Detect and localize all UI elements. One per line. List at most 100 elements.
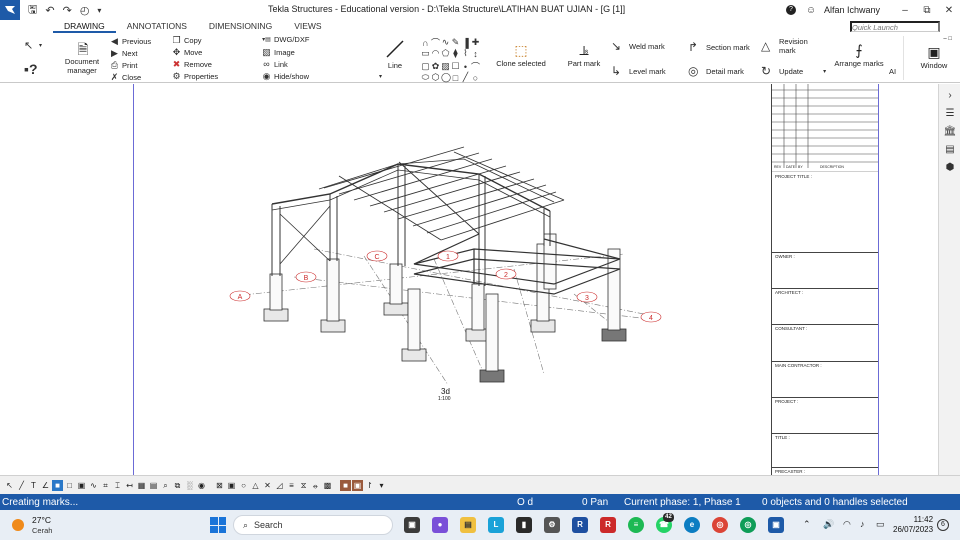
weather-sun-icon[interactable] [12,519,24,531]
remove-button[interactable]: ✖ Remove [172,59,212,70]
window-button[interactable]: – □ ▣ Window [916,35,952,70]
dim-icon[interactable]: ↕ [471,49,480,59]
snap-line-icon[interactable]: ≡ [286,480,297,491]
curve-icon[interactable]: ∿ [441,37,450,48]
redo-icon[interactable]: ↷ [63,4,72,17]
pattern-icon[interactable]: ░ [184,480,195,491]
ellipse-icon[interactable]: ⬭ [421,72,430,83]
quick-launch-input[interactable] [850,21,940,32]
link-button[interactable]: ∞ Link [262,59,287,69]
current-phase[interactable]: Current phase: 1, Phase 1 [624,497,741,508]
polyline-icon[interactable]: ∩ [421,38,430,48]
snap-part-icon[interactable]: ■ [340,479,351,491]
snap-cross-icon[interactable]: ✕ [262,480,273,491]
restore-button[interactable]: ⧉ [916,5,938,16]
next-button[interactable]: ▶ Next [110,48,137,59]
snap-ref-icon[interactable]: ▩ [322,480,333,491]
undo-icon[interactable]: ↶ [45,4,54,17]
circle2-icon[interactable]: ○ [471,73,480,83]
level-mark-button[interactable]: ↳ Level mark [611,64,666,78]
app-l-icon[interactable]: L [488,517,504,533]
close-button[interactable]: ✕ [938,5,960,16]
bracket-icon[interactable]: ⌶ [112,480,123,491]
select-icon[interactable]: ↖ [4,480,15,491]
pen-icon[interactable]: ✎ [451,37,460,48]
update-button[interactable]: ↻ Update ▾ [761,64,829,78]
tab-drawing[interactable]: DRAWING [53,20,116,33]
weather-condition[interactable]: Cerah [32,526,52,535]
expand-panel-icon[interactable]: › [939,86,960,104]
apps-icon[interactable]: ⬢ [939,158,960,176]
hide-show-button[interactable]: ◉ Hide/show ▾ [262,71,385,82]
volume-icon[interactable]: ♪ [860,519,865,529]
curve-select-icon[interactable]: ∿ [88,480,99,491]
tab-annotations[interactable]: ANNOTATIONS [116,20,198,33]
tekla-logo-icon[interactable] [0,0,20,20]
tab-dimensioning[interactable]: DIMENSIONING [198,20,283,33]
fill-square-icon[interactable]: ■ [52,479,63,491]
section-mark-button[interactable]: ↱ Section mark [688,40,750,54]
snap-geometry-icon[interactable]: ▣ [352,479,363,491]
speaker-icon[interactable]: 🔊 [823,519,834,530]
circle-icon[interactable]: ◯ [441,72,451,83]
square-icon[interactable]: ▢ [421,61,430,72]
hatch-icon[interactable]: ▦ [136,480,147,491]
snap-perp-icon[interactable]: ◿ [274,480,285,491]
snap-free-icon[interactable]: ⦵ [310,480,321,491]
clock[interactable]: 11:42 26/07/2023 [893,515,933,535]
spring-icon[interactable]: ⌇ [461,48,470,59]
battery-icon[interactable]: ▭ [876,519,885,530]
draw-line-icon[interactable]: ╱ [16,480,27,491]
snap-mid-icon[interactable]: ▣ [226,480,237,491]
dwg-dxf-button[interactable]: ▾▤ DWG/DXF [262,35,309,44]
arrange-marks-button[interactable]: ⨍ Arrange marks [834,41,884,68]
context-help-icon[interactable]: ▪? [24,61,38,77]
zoom-window-icon[interactable]: ⧉ [172,480,183,491]
chrome-profile-icon[interactable]: ◎ [740,517,756,533]
minimize-button[interactable]: – [894,5,916,16]
weather-temperature[interactable]: 27°C [32,515,51,525]
snap-end-icon[interactable]: ⊠ [214,480,225,491]
plus-icon[interactable]: ✚ [471,37,480,48]
user-name[interactable]: Alfan Ichwany [824,5,880,15]
app-r-blue-icon[interactable]: R [572,517,588,533]
snap-menu-icon[interactable]: ▾ [376,480,387,491]
revision-mark-button[interactable]: △ Revision mark [761,37,809,55]
weld-mark-button[interactable]: ↘ Weld mark [611,39,665,53]
fill-icon[interactable]: ▨ [441,61,450,72]
properties-button[interactable]: ⚙ Properties [172,71,218,82]
wifi-icon[interactable]: ◠ [843,519,851,530]
file-explorer-icon[interactable]: ▤ [460,517,476,533]
table-icon[interactable]: ▤ [148,480,159,491]
note-icon[interactable]: ☐ [451,61,460,72]
dim-line-icon[interactable]: ↤ [124,480,135,491]
clone-selected-button[interactable]: ⬚ Clone selected [496,41,546,68]
snap-extend-icon[interactable]: ⧖ [298,480,309,491]
line-button[interactable]: Line [380,39,410,70]
bar-icon[interactable]: ▐ [461,38,470,48]
steam-icon[interactable]: ⚙ [544,517,560,533]
zoom-icon[interactable]: ⌕ [160,480,171,491]
snap-intersect-icon[interactable]: △ [250,480,261,491]
help-icon[interactable]: ? [785,5,796,15]
grid-icon[interactable]: ⌗ [100,480,111,491]
pin-icon[interactable]: ⧫ [451,48,460,59]
save-icon[interactable]: 🖫 [28,1,37,20]
tab-views[interactable]: VIEWS [283,20,332,33]
properties-panel-icon[interactable]: ☰ [939,104,960,122]
app-r-red-icon[interactable]: R [600,517,616,533]
document-manager-button[interactable]: 🗎 Document manager [63,41,103,75]
hexagon-icon[interactable]: ⬡ [431,72,440,83]
cloud-icon[interactable]: ✿ [431,61,440,72]
point-icon[interactable]: • [461,62,470,72]
visibility-icon[interactable]: ◉ [196,480,207,491]
snap-center-icon[interactable]: ○ [238,480,249,491]
tekla-taskbar-icon[interactable]: ▮ [516,517,532,533]
start-button[interactable] [210,517,226,533]
line2-icon[interactable]: ╱ [461,72,470,83]
snap-arrow-icon[interactable]: ↾ [364,480,375,491]
rectangle-icon[interactable]: ▭ [421,48,430,59]
catalog-icon[interactable]: 🏛 [939,122,960,140]
image-button[interactable]: ▧ Image [262,47,295,58]
structure-3d-view[interactable]: A B C 1 2 3 4 [134,84,771,384]
